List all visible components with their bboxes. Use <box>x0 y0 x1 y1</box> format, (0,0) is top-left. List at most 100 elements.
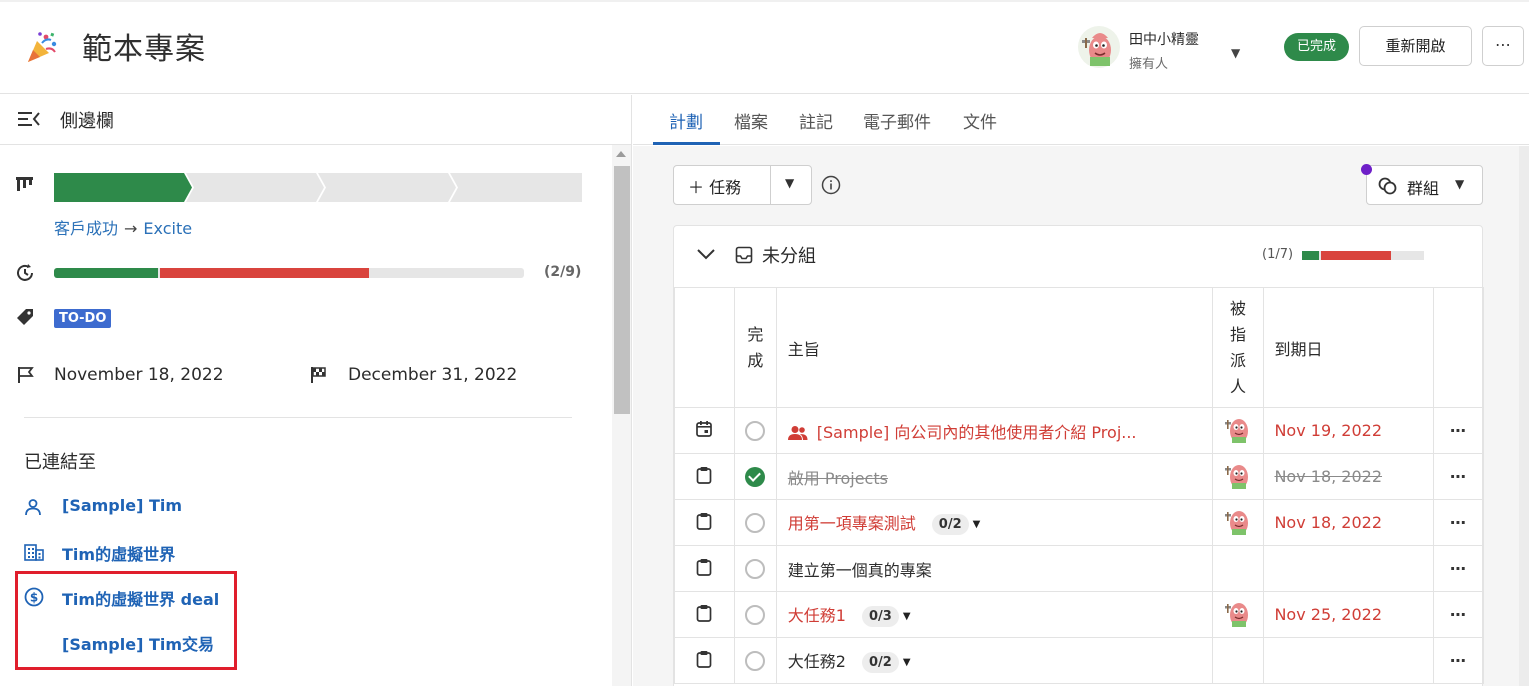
complete-checkbox[interactable] <box>745 558 766 579</box>
group-button[interactable]: 群組 ▼ <box>1366 165 1483 205</box>
due-date-cell[interactable] <box>1263 545 1435 592</box>
table-row[interactable]: 用第一項專案測試 0/2 ▼ Nov 18, 2022 ⋯ <box>674 499 1484 546</box>
more-options-icon[interactable]: ⋯ <box>1450 605 1467 624</box>
task-table-body: [Sample] 向公司內的其他使用者介紹 Proj... Nov 19, 20… <box>674 407 1484 684</box>
active-tab-indicator <box>653 142 720 145</box>
tab-email[interactable]: 電子郵件 <box>863 108 931 133</box>
pipeline-stage[interactable] <box>186 173 324 202</box>
chevron-down-icon[interactable]: ▼ <box>785 176 794 190</box>
tab-plan[interactable]: 計劃 <box>669 108 703 133</box>
clipboard-icon <box>697 512 712 530</box>
linked-person-link[interactable]: [Sample] Tim <box>62 496 182 515</box>
complete-checkbox[interactable] <box>745 650 766 671</box>
owner-avatar[interactable] <box>1078 26 1120 68</box>
pipeline-stage[interactable] <box>54 173 192 202</box>
assignee-avatar[interactable] <box>1223 460 1253 490</box>
project-title[interactable]: 範本專案 <box>82 24 206 68</box>
subject-cell[interactable]: 建立第一個真的專案 <box>775 545 1213 592</box>
complete-checkbox[interactable] <box>745 420 766 441</box>
more-options-icon[interactable]: ⋯ <box>1450 651 1467 670</box>
linked-organization-link[interactable]: Tim的虛擬世界 <box>62 541 175 565</box>
task-subject[interactable]: 大任務2 <box>788 652 846 671</box>
assignee-cell[interactable] <box>1211 591 1265 638</box>
stage-to[interactable]: Excite <box>143 219 192 238</box>
assignee-cell[interactable] <box>1211 453 1265 500</box>
assignee-avatar[interactable] <box>1223 414 1253 444</box>
end-date[interactable]: December 31, 2022 <box>348 365 517 385</box>
stage-from[interactable]: 客戶成功 <box>54 219 118 238</box>
chevron-down-icon[interactable]: ▼ <box>903 611 911 622</box>
more-options-icon[interactable]: ⋯ <box>1450 421 1467 440</box>
sidebar-scrollbar-thumb[interactable] <box>614 166 630 414</box>
subtask-count-badge[interactable]: 0/3 <box>861 606 899 627</box>
scroll-up-arrow-icon[interactable] <box>616 151 626 157</box>
done-column-header[interactable]: 完成 <box>733 287 777 408</box>
assignee-column-header[interactable]: 被指派人 <box>1211 287 1265 408</box>
assignee-cell[interactable] <box>1211 545 1265 592</box>
assignee-cell[interactable] <box>1211 499 1265 546</box>
chevron-down-icon[interactable]: ▼ <box>1231 46 1240 60</box>
due-date-cell[interactable] <box>1263 637 1435 684</box>
more-options-icon[interactable]: ⋯ <box>1450 467 1467 486</box>
group-progress-overdue-fill <box>1321 251 1391 260</box>
label-tag[interactable]: TO-DO <box>54 309 112 328</box>
task-subject[interactable]: 大任務1 <box>788 606 846 625</box>
table-row[interactable]: 大任務2 0/2 ▼ ⋯ <box>674 637 1484 684</box>
pipeline-stages[interactable] <box>54 173 582 203</box>
tab-files[interactable]: 檔案 <box>734 108 768 133</box>
due-date-cell[interactable]: Nov 18, 2022 <box>1263 499 1435 546</box>
complete-checkbox[interactable] <box>745 512 766 533</box>
due-date-cell[interactable]: Nov 19, 2022 <box>1263 407 1435 454</box>
reopen-button[interactable]: 重新開啟 <box>1359 26 1472 66</box>
table-row[interactable]: [Sample] 向公司內的其他使用者介紹 Proj... Nov 19, 20… <box>674 407 1484 454</box>
subject-cell[interactable]: 用第一項專案測試 0/2 ▼ <box>775 499 1213 546</box>
task-subject[interactable]: [Sample] 向公司內的其他使用者介紹 Proj... <box>817 423 1137 442</box>
chevron-down-icon[interactable] <box>696 247 716 261</box>
due-date: Nov 25, 2022 <box>1274 605 1383 624</box>
subject-cell[interactable]: 大任務2 0/2 ▼ <box>775 637 1213 684</box>
chevron-down-icon[interactable]: ▼ <box>973 519 981 530</box>
start-date[interactable]: November 18, 2022 <box>54 365 224 385</box>
chevron-down-icon[interactable]: ▼ <box>903 657 911 668</box>
main-scrollbar[interactable] <box>1519 146 1529 686</box>
tab-documents[interactable]: 文件 <box>963 108 997 133</box>
add-task-button[interactable]: ＋ 任務 ▼ <box>673 165 812 205</box>
row-actions-cell: ⋯ <box>1433 591 1484 638</box>
stage-path[interactable]: 客戶成功 → Excite <box>54 215 192 239</box>
assignee-cell[interactable] <box>1211 637 1265 684</box>
complete-checkbox[interactable] <box>745 604 766 625</box>
task-subject[interactable]: 用第一項專案測試 <box>788 514 916 533</box>
table-row[interactable]: 大任務1 0/3 ▼ Nov 25, 2022 ⋯ <box>674 591 1484 638</box>
subject-cell[interactable]: [Sample] 向公司內的其他使用者介紹 Proj... <box>775 407 1213 454</box>
tab-notes[interactable]: 註記 <box>799 108 833 133</box>
done-cell <box>733 637 777 684</box>
subject-cell[interactable]: 啟用 Projects <box>775 453 1213 500</box>
subject-column-header[interactable]: 主旨 <box>775 287 1213 408</box>
assignee-avatar[interactable] <box>1223 598 1253 628</box>
group-progress-done-fill <box>1302 251 1319 260</box>
pipeline-stage[interactable] <box>450 173 582 202</box>
subtask-count-badge[interactable]: 0/2 <box>931 514 969 535</box>
party-popper-icon <box>28 32 57 62</box>
task-subject[interactable]: 啟用 Projects <box>788 469 888 488</box>
assignee-avatar[interactable] <box>1223 506 1253 536</box>
info-icon[interactable] <box>821 175 841 195</box>
subtask-count-badge[interactable]: 0/2 <box>861 652 899 673</box>
due-date-cell[interactable]: Nov 18, 2022 <box>1263 453 1435 500</box>
completed-checkbox[interactable] <box>745 466 766 487</box>
actions-column-header <box>1433 287 1484 408</box>
due-column-header[interactable]: 到期日 <box>1263 287 1435 408</box>
task-subject[interactable]: 建立第一個真的專案 <box>788 561 932 580</box>
more-options-icon[interactable]: ⋯ <box>1450 559 1467 578</box>
table-row[interactable]: 建立第一個真的專案 ⋯ <box>674 545 1484 592</box>
done-cell <box>733 407 777 454</box>
collapse-sidebar-icon[interactable] <box>17 109 41 129</box>
progress-overdue-fill <box>160 268 369 278</box>
due-date-cell[interactable]: Nov 25, 2022 <box>1263 591 1435 638</box>
more-options-icon[interactable]: ⋯ <box>1450 513 1467 532</box>
pipeline-stage[interactable] <box>318 173 456 202</box>
more-options-button[interactable]: ⋯ <box>1482 26 1524 66</box>
subject-cell[interactable]: 大任務1 0/3 ▼ <box>775 591 1213 638</box>
table-row[interactable]: 啟用 Projects Nov 18, 2022 ⋯ <box>674 453 1484 500</box>
assignee-cell[interactable] <box>1211 407 1265 454</box>
